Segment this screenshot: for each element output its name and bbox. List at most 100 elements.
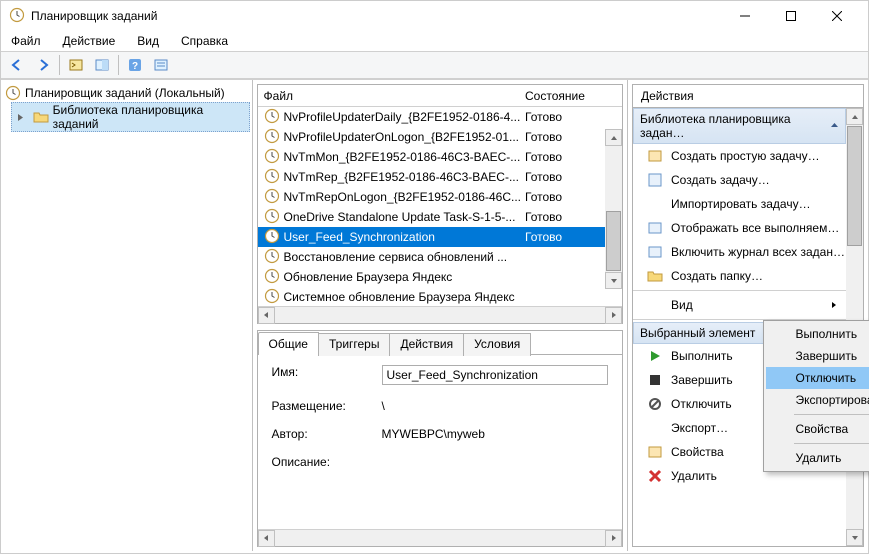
task-name: Восстановление сервиса обновлений ...	[284, 250, 508, 264]
task-row[interactable]: NvProfileUpdaterDaily_{B2FE1952-0186-4..…	[258, 107, 622, 127]
details-horizontal-scrollbar[interactable]	[258, 529, 622, 546]
menu-action[interactable]: Действие	[59, 32, 120, 50]
task-state: Готово	[521, 230, 605, 244]
import-icon	[647, 196, 663, 212]
col-file-header[interactable]: Файл	[258, 89, 521, 103]
action-enable-history[interactable]: Включить журнал всех задан…	[633, 240, 846, 264]
center-pane: Файл Состояние NvProfileUpdaterDaily_{B2…	[253, 80, 628, 551]
task-details: Общие Триггеры Действия Условия Имя: Use…	[257, 330, 623, 547]
toolbar: ?	[1, 51, 868, 79]
clock-icon	[264, 168, 280, 187]
col-state-header[interactable]: Состояние	[521, 89, 605, 103]
task-list: Файл Состояние NvProfileUpdaterDaily_{B2…	[257, 84, 623, 324]
context-disable[interactable]: Отключить	[766, 367, 869, 389]
menu-help[interactable]: Справка	[177, 32, 232, 50]
clock-icon	[264, 248, 280, 267]
task-state: Готово	[521, 130, 605, 144]
scroll-thumb[interactable]	[847, 126, 862, 246]
location-value: \	[382, 399, 385, 413]
toolbar-separator	[59, 55, 60, 75]
scroll-up-icon[interactable]	[846, 108, 863, 125]
task-row[interactable]: Обновление Браузера Яндекс	[258, 267, 622, 287]
task-row[interactable]: NvTmRep_{B2FE1952-0186-46C3-BAEC-...Гото…	[258, 167, 622, 187]
forward-button[interactable]	[31, 53, 55, 77]
task-name: NvTmRepOnLogon_{B2FE1952-0186-46C...	[284, 190, 521, 204]
task-row[interactable]: Восстановление сервиса обновлений ...	[258, 247, 622, 267]
action-show-running[interactable]: Отображать все выполняем…	[633, 216, 846, 240]
context-run[interactable]: Выполнить	[766, 323, 869, 345]
scroll-up-icon[interactable]	[605, 129, 622, 146]
clock-icon	[264, 288, 280, 307]
clock-icon	[264, 268, 280, 287]
app-icon	[9, 7, 25, 26]
task-row[interactable]: NvProfileUpdaterOnLogon_{B2FE1952-01...Г…	[258, 127, 622, 147]
collapse-icon[interactable]	[830, 119, 839, 133]
clock-icon	[264, 208, 280, 227]
clock-icon	[264, 228, 280, 247]
task-name: NvTmMon_{B2FE1952-0186-46C3-BAEC-...	[284, 150, 521, 164]
clock-icon	[5, 85, 21, 101]
folder-icon	[33, 109, 49, 125]
scroll-down-icon[interactable]	[846, 529, 863, 546]
tree-pane: Планировщик заданий (Локальный) Библиоте…	[1, 80, 253, 551]
tab-triggers[interactable]: Триггеры	[318, 333, 391, 356]
show-hide-action-button[interactable]	[90, 53, 114, 77]
actions-group-library: Библиотека планировщика задан…	[633, 108, 846, 144]
horizontal-scrollbar[interactable]	[258, 306, 622, 323]
expand-icon[interactable]	[13, 109, 29, 125]
task-row[interactable]: Системное обновление Браузера Яндекс	[258, 287, 622, 306]
scroll-right-icon[interactable]	[605, 530, 622, 547]
svg-text:?: ?	[132, 61, 138, 72]
tab-actions[interactable]: Действия	[389, 333, 464, 356]
actions-pane: Действия Библиотека планировщика задан… …	[628, 80, 868, 551]
vertical-scrollbar[interactable]	[605, 129, 622, 289]
context-delete[interactable]: Удалить	[766, 447, 869, 469]
task-row[interactable]: NvTmRepOnLogon_{B2FE1952-0186-46C...Гото…	[258, 187, 622, 207]
action-create-basic-task[interactable]: Создать простую задачу…	[633, 144, 846, 168]
action-view-submenu[interactable]: Вид	[633, 293, 846, 317]
tree-library[interactable]: Библиотека планировщика заданий	[11, 102, 250, 132]
task-name: Обновление Браузера Яндекс	[284, 270, 453, 284]
actions-group-selected-label: Выбранный элемент	[640, 326, 755, 340]
context-end[interactable]: Завершить	[766, 345, 869, 367]
context-properties[interactable]: Свойства	[766, 418, 869, 440]
back-button[interactable]	[5, 53, 29, 77]
minimize-button[interactable]	[722, 1, 768, 31]
menu-view[interactable]: Вид	[133, 32, 163, 50]
task-name: NvTmRep_{B2FE1952-0186-46C3-BAEC-...	[284, 170, 519, 184]
tree-root[interactable]: Планировщик заданий (Локальный)	[3, 84, 250, 102]
export-icon	[647, 420, 663, 436]
context-separator	[794, 443, 869, 444]
clock-icon	[264, 128, 280, 147]
scroll-left-icon[interactable]	[258, 530, 275, 547]
action-import-task[interactable]: Импортировать задачу…	[633, 192, 846, 216]
window-title: Планировщик заданий	[31, 9, 157, 23]
action-new-folder[interactable]: Создать папку…	[633, 264, 846, 288]
task-row[interactable]: NvTmMon_{B2FE1952-0186-46C3-BAEC-...Гото…	[258, 147, 622, 167]
tab-general[interactable]: Общие	[258, 332, 319, 355]
scroll-right-icon[interactable]	[605, 307, 622, 324]
task-row[interactable]: User_Feed_SynchronizationГотово	[258, 227, 622, 247]
details-tabs: Общие Триггеры Действия Условия	[258, 331, 622, 355]
task-state: Готово	[521, 210, 605, 224]
close-button[interactable]	[814, 1, 860, 31]
show-hide-console-button[interactable]	[64, 53, 88, 77]
list-body: NvProfileUpdaterDaily_{B2FE1952-0186-4..…	[258, 107, 622, 306]
tab-conditions[interactable]: Условия	[463, 333, 531, 356]
name-field[interactable]: User_Feed_Synchronization	[382, 365, 608, 385]
maximize-button[interactable]	[768, 1, 814, 31]
menu-file[interactable]: Файл	[7, 32, 45, 50]
action-create-task[interactable]: Создать задачу…	[633, 168, 846, 192]
scroll-thumb[interactable]	[606, 211, 621, 271]
scroll-down-icon[interactable]	[605, 272, 622, 289]
task-row[interactable]: OneDrive Standalone Update Task-S-1-5-..…	[258, 207, 622, 227]
properties-button[interactable]	[149, 53, 173, 77]
help-button[interactable]: ?	[123, 53, 147, 77]
context-export[interactable]: Экспортировать…	[766, 389, 869, 411]
task-name: OneDrive Standalone Update Task-S-1-5-..…	[284, 210, 516, 224]
context-menu: Выполнить Завершить Отключить Экспортиро…	[763, 320, 869, 472]
scroll-left-icon[interactable]	[258, 307, 275, 324]
context-separator	[794, 414, 869, 415]
stop-icon	[647, 372, 663, 388]
tree-library-label: Библиотека планировщика заданий	[53, 103, 248, 131]
